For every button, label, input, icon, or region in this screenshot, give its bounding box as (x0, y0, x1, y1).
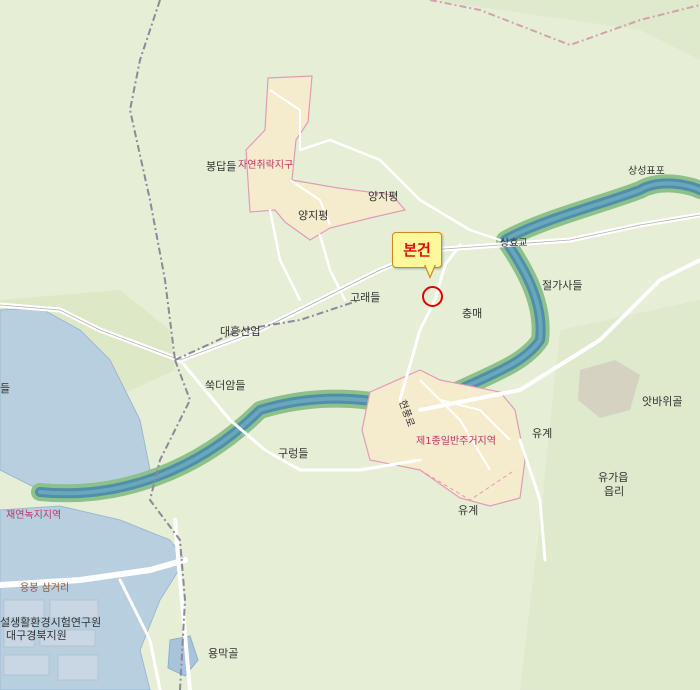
place-label-yangjipyeong-north: 양지평 (368, 190, 399, 203)
callout-pointer-fill (425, 264, 435, 276)
place-label-sangseongpo: 상성표포 (628, 166, 665, 177)
place-label-atbawiwigol: 앗바위골 (642, 395, 683, 408)
zone-label-natural-village: 자연취락지구 (238, 160, 294, 171)
zone-label-mixed-residential: 제1종일반주거지역 (416, 436, 496, 447)
place-label-bongdapdeul: 봉답들 (206, 160, 237, 173)
place-label-gurungdeul: 구렁들 (278, 447, 309, 460)
bridge-label-sanghyogyo: 상효교 (500, 238, 528, 249)
map-canvas[interactable]: 봉답들 자연취락지구 양지평 양지평 상효교 고래들 충매 대흥산업 쑥더암들 … (0, 0, 700, 690)
place-label-eumni: 읍리 (604, 485, 625, 498)
place-label-yangjipyeong-south: 양지평 (298, 209, 329, 222)
place-label-yongmakgol: 용막골 (208, 647, 239, 660)
junction-label-yongbong: 용봉 삼거리 (20, 583, 70, 594)
place-label-yugaeup: 유가읍 (598, 471, 629, 484)
place-label-yugye-south: 유계 (458, 504, 479, 517)
zone-label-natural-green: 재연녹지지역 (6, 510, 62, 521)
building-label-institute: 설생활환경시험연구원 (0, 616, 102, 629)
subject-location-marker[interactable] (422, 286, 443, 307)
building-label-branch: 대구경북지원 (6, 629, 67, 642)
place-label-ssukdeoamdeul: 쑥더암들 (205, 379, 246, 392)
place-label-left-edge: 들 (0, 382, 11, 395)
place-label-daeheung: 대흥산업 (220, 325, 261, 338)
subject-callout: 본건 (392, 232, 442, 268)
place-label-chungmae: 충매 (462, 307, 483, 320)
map-base-layer (0, 0, 700, 690)
place-label-godaedeul: 고래들 (350, 291, 381, 304)
place-label-yugye-east: 유계 (532, 427, 553, 440)
place-label-jeolgasadeul: 절가사들 (542, 279, 583, 292)
